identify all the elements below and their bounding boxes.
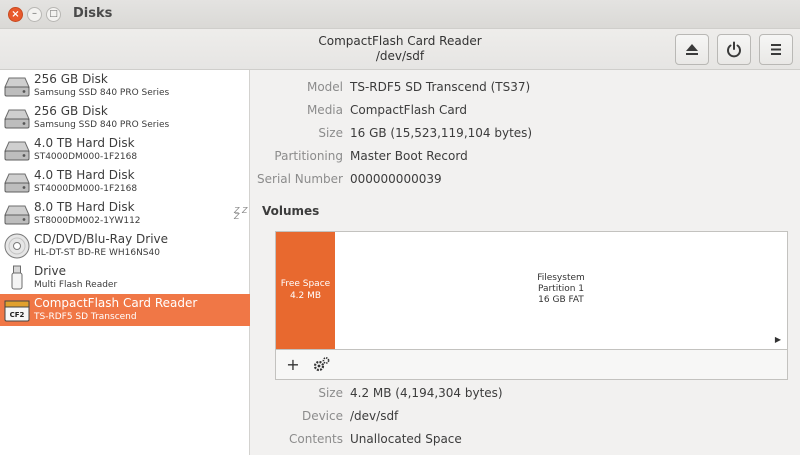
power-off-button[interactable] — [717, 34, 751, 65]
device-name: Drive — [34, 264, 66, 278]
property-label: Size — [318, 126, 343, 140]
property-row-media: Media CompactFlash Card — [251, 103, 800, 121]
filesystem-label: Filesystem — [537, 273, 585, 283]
device-model: TS-RDF5 SD Transcend — [34, 312, 137, 322]
property-label: Media — [306, 103, 343, 117]
minimize-window-button[interactable]: – — [27, 7, 42, 22]
property-label: Serial Number — [257, 172, 343, 186]
hard-disk-icon — [4, 77, 30, 97]
property-value: CompactFlash Card — [350, 103, 468, 117]
hard-disk-icon — [4, 205, 30, 225]
device-title-path: /dev/sdf — [375, 49, 425, 63]
device-model: ST4000DM000-1F2168 — [34, 152, 138, 162]
device-name: 4.0 TB Hard Disk — [34, 168, 135, 182]
usb-drive-icon — [11, 265, 23, 290]
volumes-heading: Volumes — [262, 204, 320, 218]
property-value: TS-RDF5 SD Transcend (TS37) — [350, 80, 531, 94]
sidebar-device-item[interactable]: 256 GB Disk Samsung SSD 840 PRO Series — [0, 102, 250, 134]
device-name: CompactFlash Card Reader — [34, 296, 198, 310]
property-label: Model — [306, 80, 343, 94]
device-model: ST4000DM000-1F2168 — [34, 184, 138, 194]
eject-button[interactable] — [675, 34, 709, 65]
device-model: HL-DT-ST BD-RE WH16NS40 — [34, 248, 160, 258]
property-row-partitioning: Partitioning Master Boot Record — [251, 149, 800, 167]
device-name: 256 GB Disk — [34, 104, 108, 118]
additional-partition-options-button[interactable] — [309, 353, 333, 377]
device-details-panel: Model TS-RDF5 SD Transcend (TS37) Media … — [251, 70, 800, 455]
device-name: 256 GB Disk — [34, 72, 108, 86]
volume-property-row-contents: Contents Unallocated Space — [251, 432, 800, 450]
device-title: CompactFlash Card Reader /dev/sdf — [250, 34, 550, 64]
sidebar-device-item-selected[interactable]: CF2 CompactFlash Card Reader TS-RDF5 SD … — [0, 294, 250, 326]
sidebar-device-item[interactable]: Drive Multi Flash Reader — [0, 262, 250, 294]
partition-size-type: 16 GB FAT — [538, 295, 584, 305]
property-label: Device — [301, 409, 343, 423]
device-model: Samsung SSD 840 PRO Series — [34, 120, 170, 130]
device-model: ST8000DM002-1YW112 — [34, 216, 141, 226]
sidebar-device-item[interactable]: 4.0 TB Hard Disk ST4000DM000-1F2168 — [0, 134, 250, 166]
power-icon — [727, 41, 741, 58]
app-title: Disks — [73, 6, 113, 21]
sidebar-device-item[interactable]: 8.0 TB Hard Disk ST8000DM002-1YW112 — [0, 198, 250, 230]
close-window-button[interactable]: × — [8, 7, 23, 22]
create-partition-button[interactable]: + — [281, 353, 305, 377]
title-bar: × – □ Disks — [0, 0, 800, 29]
property-row-size: Size 16 GB (15,523,119,104 bytes) — [251, 126, 800, 144]
eject-icon — [686, 44, 698, 55]
hard-disk-icon — [4, 173, 30, 193]
volume-map: Free Space 4.2 MB Filesystem Partition 1… — [275, 231, 788, 350]
device-model: Multi Flash Reader — [34, 280, 118, 290]
sidebar-device-item[interactable]: 256 GB Disk Samsung SSD 840 PRO Series — [0, 70, 250, 102]
free-space-segment[interactable]: Free Space 4.2 MB — [276, 232, 335, 350]
sidebar-device-item[interactable]: 4.0 TB Hard Disk ST4000DM000-1F2168 — [0, 166, 250, 198]
property-value: /dev/sdf — [350, 409, 399, 423]
maximize-window-button[interactable]: □ — [46, 7, 61, 22]
free-space-size: 4.2 MB — [289, 291, 322, 301]
property-value: 16 GB (15,523,119,104 bytes) — [350, 126, 533, 140]
volume-toolbar: + — [275, 349, 788, 380]
property-row-serial-number: Serial Number 000000000039 — [251, 172, 800, 190]
property-value: Master Boot Record — [350, 149, 468, 163]
property-label: Contents — [289, 432, 343, 446]
expand-arrow-icon[interactable]: ▶ — [775, 335, 781, 344]
property-value: Unallocated Space — [350, 432, 462, 446]
hard-disk-icon — [4, 141, 30, 161]
gears-icon — [313, 357, 330, 372]
sidebar-device-item[interactable]: CD/DVD/Blu-Ray Drive HL-DT-ST BD-RE WH16… — [0, 230, 250, 262]
header-bar: CompactFlash Card Reader /dev/sdf — [0, 29, 800, 70]
volume-property-row-size: Size 4.2 MB (4,194,304 bytes) — [251, 386, 800, 404]
card-label: CF2 — [10, 311, 25, 319]
property-value: 000000000039 — [350, 172, 442, 186]
device-model: Samsung SSD 840 PRO Series — [34, 88, 170, 98]
menu-icon — [771, 44, 781, 55]
partition-label: Partition 1 — [537, 284, 585, 294]
property-label: Partitioning — [274, 149, 343, 163]
compactflash-card-icon: CF2 — [4, 300, 30, 322]
filesystem-partition-segment[interactable]: Filesystem Partition 1 16 GB FAT — [335, 232, 787, 350]
free-space-label: Free Space — [280, 279, 331, 289]
property-label: Size — [318, 386, 343, 400]
device-sidebar: 256 GB Disk Samsung SSD 840 PRO Series 2… — [0, 70, 250, 455]
hard-disk-icon — [4, 109, 30, 129]
menu-button[interactable] — [759, 34, 793, 65]
optical-disc-icon — [4, 233, 30, 259]
volume-property-row-device: Device /dev/sdf — [251, 409, 800, 427]
property-row-model: Model TS-RDF5 SD Transcend (TS37) — [251, 80, 800, 98]
device-name: 8.0 TB Hard Disk — [34, 200, 135, 214]
device-title-name: CompactFlash Card Reader — [318, 34, 482, 48]
device-name: CD/DVD/Blu-Ray Drive — [34, 232, 169, 246]
property-value: 4.2 MB (4,194,304 bytes) — [350, 386, 503, 400]
device-name: 4.0 TB Hard Disk — [34, 136, 135, 150]
sleep-indicator-icon: Z Z Z — [234, 206, 248, 221]
